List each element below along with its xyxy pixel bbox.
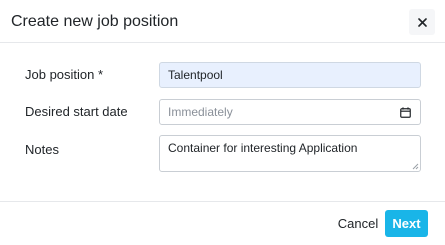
calendar-button[interactable] xyxy=(391,99,421,125)
notes-label: Notes xyxy=(25,142,59,157)
create-job-position-modal: Create new job position Job position * T… xyxy=(0,0,445,245)
resize-grip-icon[interactable] xyxy=(411,162,419,170)
close-button[interactable] xyxy=(409,9,435,35)
job-position-label: Job position * xyxy=(25,67,104,82)
start-date-placeholder: Immediately xyxy=(168,105,233,119)
start-date-label: Desired start date xyxy=(25,104,128,119)
job-position-input[interactable]: Talentpool xyxy=(159,62,421,88)
notes-textarea[interactable]: Container for interesting Application xyxy=(159,135,421,172)
notes-value: Container for interesting Application xyxy=(168,141,358,155)
cancel-button[interactable]: Cancel xyxy=(335,210,381,237)
job-position-value: Talentpool xyxy=(168,68,223,82)
close-icon xyxy=(417,17,427,27)
next-button[interactable]: Next xyxy=(385,210,428,237)
modal-header: Create new job position xyxy=(0,0,445,43)
start-date-input[interactable]: Immediately xyxy=(159,99,392,125)
calendar-icon xyxy=(400,106,411,118)
modal-title: Create new job position xyxy=(11,13,179,30)
